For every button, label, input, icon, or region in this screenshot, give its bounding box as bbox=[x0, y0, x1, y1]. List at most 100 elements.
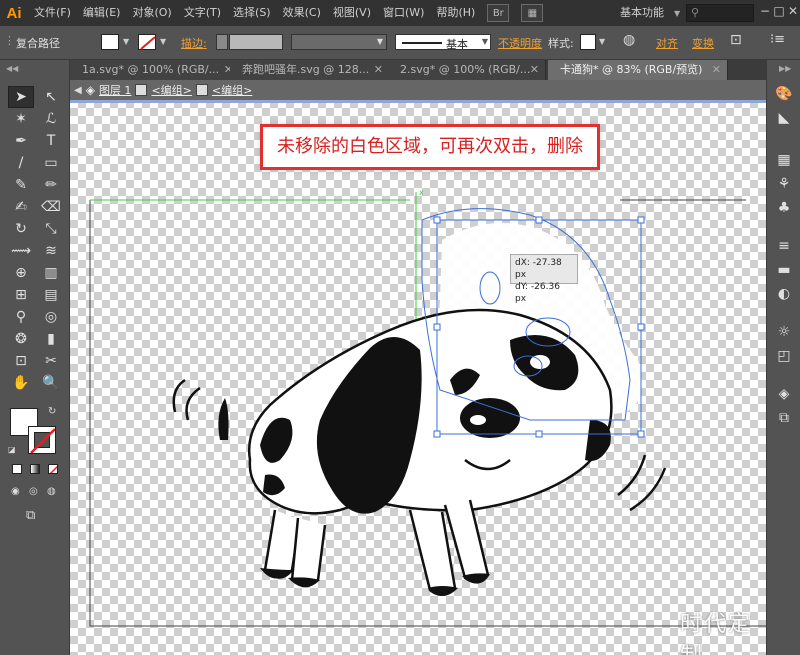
bridge-icon[interactable]: Br bbox=[487, 4, 510, 22]
selection-icon[interactable]: ➤ bbox=[8, 86, 34, 108]
panel-menu-icon[interactable]: ⁝≡ bbox=[770, 32, 785, 47]
chevron-down-icon[interactable]: ▼ bbox=[160, 37, 166, 46]
width-icon[interactable]: ⟿ bbox=[8, 240, 34, 262]
minimize-button[interactable]: − bbox=[758, 4, 772, 18]
menu-help[interactable]: 帮助(H) bbox=[430, 0, 481, 26]
close-icon[interactable]: ✕ bbox=[530, 60, 539, 80]
transparency-icon[interactable]: ◐ bbox=[773, 284, 795, 304]
artboard-icon[interactable]: ⊡ bbox=[8, 350, 34, 372]
menu-file[interactable]: 文件(F) bbox=[28, 0, 77, 26]
lasso-icon[interactable]: ℒ bbox=[38, 108, 64, 130]
shape-builder-icon[interactable]: ⊕ bbox=[8, 262, 34, 284]
menu-edit[interactable]: 编辑(E) bbox=[77, 0, 127, 26]
color-icon[interactable]: 🎨 bbox=[773, 84, 795, 104]
collapse-icon[interactable]: ◀◀ bbox=[6, 64, 18, 73]
workspace-switcher[interactable]: 基本功能 bbox=[620, 0, 664, 26]
gradient-icon[interactable]: ▬ bbox=[773, 260, 795, 280]
tab-2[interactable]: 2.svg* @ 100% (RGB/... ✕ bbox=[388, 60, 546, 80]
tab-cartoon-dog[interactable]: 卡通狗* @ 83% (RGB/预览) ✕ bbox=[548, 60, 728, 80]
hand-icon[interactable]: ✋ bbox=[8, 372, 34, 394]
isolate-icon[interactable]: ⊡ bbox=[730, 32, 742, 48]
expand-icon[interactable]: ▶▶ bbox=[779, 64, 791, 73]
arrange-documents-icon[interactable]: ▦ bbox=[521, 4, 544, 22]
menu-select[interactable]: 选择(S) bbox=[227, 0, 277, 26]
close-button[interactable]: ✕ bbox=[786, 4, 800, 18]
close-icon[interactable]: ✕ bbox=[374, 60, 383, 80]
gradient-mode-icon[interactable] bbox=[30, 464, 40, 474]
mesh-icon[interactable]: ⊞ bbox=[8, 284, 34, 306]
draw-normal-icon[interactable]: ◉ bbox=[11, 486, 20, 497]
variable-width-dropdown[interactable]: ▼ bbox=[291, 34, 387, 50]
document-canvas[interactable]: x 未移除的白色区域，可再次双击，删除 dX: -27.38 px dY: -2… bbox=[70, 100, 766, 655]
rectangle-icon[interactable]: ▭ bbox=[38, 152, 64, 174]
perspective-icon[interactable]: ▥ bbox=[38, 262, 64, 284]
breadcrumb-group-2[interactable]: <编组> bbox=[212, 82, 252, 98]
eraser-icon[interactable]: ⌫ bbox=[38, 196, 64, 218]
type-icon[interactable]: T bbox=[38, 130, 64, 152]
breadcrumb-group-1[interactable]: <编组> bbox=[151, 82, 191, 98]
stroke-weight-stepper[interactable] bbox=[216, 34, 228, 50]
scale-icon[interactable]: ⤡ bbox=[38, 218, 64, 240]
brushes-icon[interactable]: ⚘ bbox=[773, 174, 795, 194]
layers-icon[interactable]: ◈ bbox=[773, 384, 795, 404]
direct-selection-icon[interactable]: ↖ bbox=[38, 86, 64, 108]
motion-line-4 bbox=[617, 454, 647, 496]
graphic-styles-icon[interactable]: ◰ bbox=[773, 346, 795, 366]
stroke-weight-input[interactable] bbox=[229, 34, 283, 50]
none-mode-icon[interactable] bbox=[48, 464, 58, 474]
brush-icon[interactable]: ✎ bbox=[8, 174, 34, 196]
close-icon[interactable]: ✕ bbox=[712, 60, 721, 80]
pencil-icon[interactable]: ✏ bbox=[38, 174, 64, 196]
stroke-link[interactable]: 描边: bbox=[181, 35, 207, 51]
brush-dropdown[interactable]: 基本 ▼ bbox=[395, 34, 491, 51]
appearance-icon[interactable]: ☼ bbox=[773, 322, 795, 342]
draw-behind-icon[interactable]: ◎ bbox=[29, 486, 38, 497]
zoom-icon[interactable]: 🔍 bbox=[38, 372, 64, 394]
draw-inside-icon[interactable]: ◍ bbox=[47, 486, 56, 497]
menubar: Ai 文件(F) 编辑(E) 对象(O) 文字(T) 选择(S) 效果(C) 视… bbox=[0, 0, 800, 26]
tab-run[interactable]: 奔跑吧骚年.svg @ 128... ✕ bbox=[230, 60, 390, 80]
maximize-button[interactable]: □ bbox=[772, 4, 786, 18]
recolor-icon[interactable]: ◍ bbox=[623, 32, 635, 48]
stroke-swatch[interactable] bbox=[138, 34, 156, 50]
breadcrumb-layer[interactable]: 图层 1 bbox=[99, 82, 132, 98]
swatches-icon[interactable]: ▦ bbox=[773, 150, 795, 170]
artboards-icon[interactable]: ⧉ bbox=[773, 408, 795, 428]
default-colors-icon[interactable]: ◪ bbox=[8, 445, 16, 454]
search-input[interactable]: ⚲ bbox=[686, 4, 754, 22]
color-mode-icon[interactable] bbox=[12, 464, 22, 474]
eyedropper-icon[interactable]: ⚲ bbox=[8, 306, 34, 328]
warp-icon[interactable]: ≋ bbox=[38, 240, 64, 262]
magic-wand-icon[interactable]: ✶ bbox=[8, 108, 34, 130]
blend-icon[interactable]: ◎ bbox=[38, 306, 64, 328]
chevron-down-icon[interactable]: ▼ bbox=[123, 37, 129, 46]
rotate-icon[interactable]: ↻ bbox=[8, 218, 34, 240]
slice-icon[interactable]: ✂ bbox=[38, 350, 64, 372]
menu-window[interactable]: 窗口(W) bbox=[377, 0, 430, 26]
graphic-style-swatch[interactable] bbox=[580, 34, 596, 50]
symbols-icon[interactable]: ♣ bbox=[773, 198, 795, 218]
menu-effect[interactable]: 效果(C) bbox=[277, 0, 327, 26]
menu-type[interactable]: 文字(T) bbox=[178, 0, 227, 26]
line-icon[interactable]: / bbox=[8, 152, 34, 174]
stroke-color-box[interactable] bbox=[28, 426, 56, 454]
chevron-down-icon[interactable]: ▼ bbox=[599, 37, 605, 46]
swap-fill-stroke-icon[interactable]: ↻ bbox=[48, 406, 56, 417]
tab-1a[interactable]: 1a.svg* @ 100% (RGB/... ✕ bbox=[70, 60, 240, 80]
graph-icon[interactable]: ▮ bbox=[38, 328, 64, 350]
gradient-icon[interactable]: ▤ bbox=[38, 284, 64, 306]
blob-brush-icon[interactable]: ✍ bbox=[8, 196, 34, 218]
fill-swatch[interactable] bbox=[101, 34, 119, 50]
screen-mode-icon[interactable]: ⧉ bbox=[26, 508, 35, 523]
align-link[interactable]: 对齐 bbox=[656, 35, 678, 51]
pen-icon[interactable]: ✒ bbox=[8, 130, 34, 152]
menu-view[interactable]: 视图(V) bbox=[327, 0, 377, 26]
menu-object[interactable]: 对象(O) bbox=[126, 0, 177, 26]
color-guide-icon[interactable]: ◣ bbox=[773, 108, 795, 128]
opacity-link[interactable]: 不透明度 bbox=[498, 35, 542, 51]
back-arrow-icon[interactable]: ◀ bbox=[74, 85, 82, 96]
symbol-sprayer-icon[interactable]: ❂ bbox=[8, 328, 34, 350]
stroke-icon[interactable]: ≡ bbox=[773, 236, 795, 256]
transform-link[interactable]: 变换 bbox=[692, 35, 714, 51]
chevron-down-icon[interactable]: ▼ bbox=[674, 9, 680, 18]
